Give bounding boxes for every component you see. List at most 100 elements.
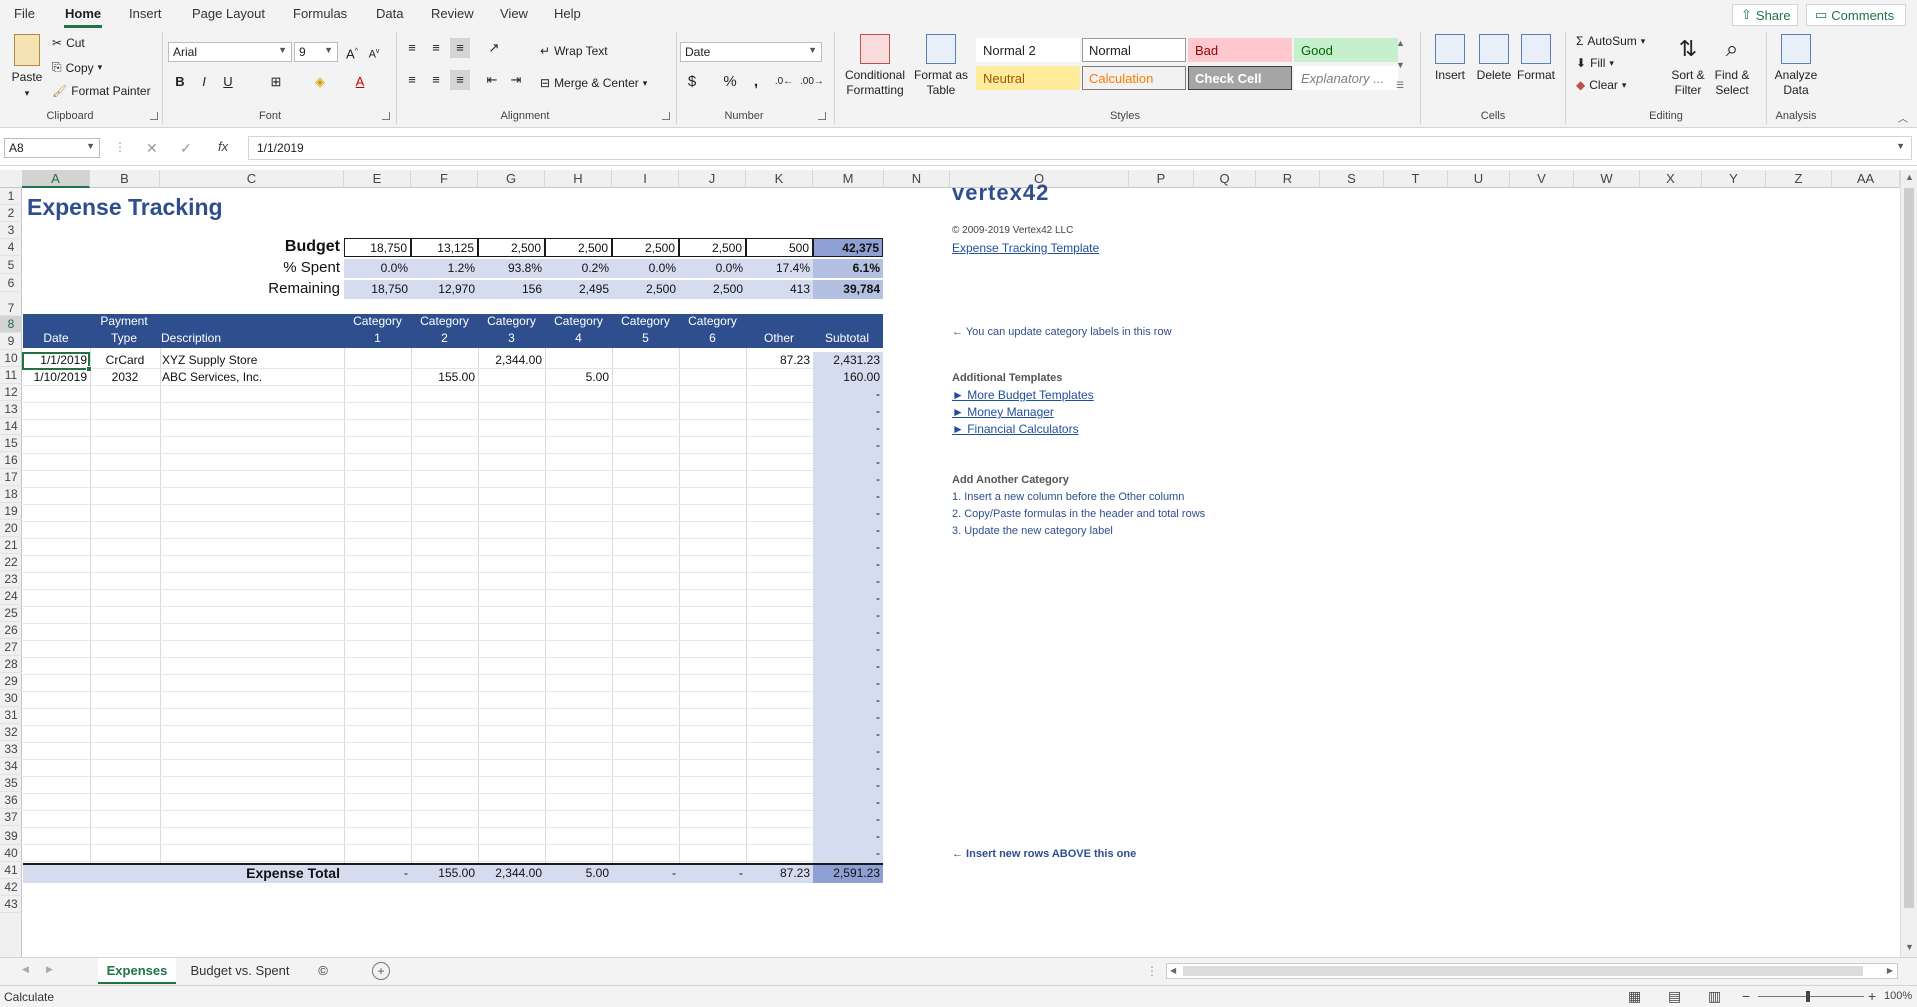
zoom-slider-thumb[interactable]: [1806, 991, 1810, 1002]
total-value-7[interactable]: 2,591.23: [813, 865, 883, 883]
scroll-tabs-left-icon[interactable]: ◀: [22, 964, 29, 975]
empty-subtotal[interactable]: -: [813, 556, 880, 573]
empty-subtotal[interactable]: -: [813, 726, 880, 743]
empty-subtotal[interactable]: -: [813, 845, 880, 862]
row-header-18[interactable]: 18: [0, 486, 22, 503]
fill-handle[interactable]: [86, 366, 92, 372]
format-cells-button[interactable]: Format: [1514, 34, 1558, 83]
expense-total-label[interactable]: Expense Total: [160, 865, 340, 882]
row-header-15[interactable]: 15: [0, 435, 22, 452]
entry-category-4[interactable]: 5.00: [545, 369, 609, 386]
column-header-k[interactable]: K: [746, 170, 813, 188]
add-sheet-icon[interactable]: +: [372, 962, 390, 980]
entry-date[interactable]: 1/10/2019: [23, 369, 87, 386]
budget-label[interactable]: Budget: [200, 238, 340, 255]
header-category-num-5[interactable]: 5: [612, 330, 679, 347]
tab-formulas[interactable]: Formulas: [293, 6, 347, 21]
entry-category-3[interactable]: 2,344.00: [478, 352, 542, 369]
decrease-decimal-icon[interactable]: .00→: [800, 72, 824, 92]
total-value-2[interactable]: 2,344.00: [478, 865, 545, 883]
gallery-down-icon[interactable]: ▼: [1396, 60, 1405, 70]
vertical-scrollbar[interactable]: ▲ ▼: [1900, 170, 1917, 957]
cell-style-bad[interactable]: Bad: [1188, 38, 1292, 62]
alignment-launcher-icon[interactable]: [662, 112, 670, 120]
empty-subtotal[interactable]: -: [813, 641, 880, 658]
column-header-c[interactable]: C: [160, 170, 344, 188]
sheet-title[interactable]: Expense Tracking: [27, 192, 223, 222]
currency-button[interactable]: $: [682, 72, 702, 92]
column-header-j[interactable]: J: [679, 170, 746, 188]
fill-color-icon[interactable]: ◈: [310, 72, 330, 92]
column-header-a[interactable]: A: [22, 170, 90, 188]
align-bottom-icon[interactable]: ≡: [450, 38, 470, 58]
header-subtotal[interactable]: Subtotal: [811, 330, 883, 347]
expand-formula-icon[interactable]: ▼: [1896, 141, 1905, 151]
spent-value-5[interactable]: 0.0%: [679, 259, 746, 278]
total-value-4[interactable]: -: [612, 865, 679, 883]
row-header-7[interactable]: 7: [0, 290, 22, 316]
spent-value-7[interactable]: 6.1%: [813, 259, 883, 278]
row-header-9[interactable]: 9: [0, 333, 22, 350]
total-value-0[interactable]: -: [344, 865, 411, 883]
row-header-43[interactable]: 43: [0, 896, 22, 913]
budget-value-5[interactable]: 2,500: [679, 238, 746, 257]
insert-function-icon[interactable]: fx: [218, 139, 228, 154]
scroll-up-icon[interactable]: ▲: [1905, 172, 1914, 182]
font-size-select[interactable]: 9 ▼: [294, 42, 338, 62]
row-header-39[interactable]: 39: [0, 828, 22, 845]
column-header-n[interactable]: N: [884, 170, 950, 188]
empty-subtotal[interactable]: -: [813, 488, 880, 505]
header-category-num-2[interactable]: 2: [411, 330, 478, 347]
format-painter-button[interactable]: 🖌 Format Painter: [52, 84, 151, 98]
page-break-view-icon[interactable]: ▥: [1708, 988, 1721, 1005]
column-header-g[interactable]: G: [478, 170, 545, 188]
entry-type[interactable]: 2032: [90, 369, 160, 386]
empty-subtotal[interactable]: -: [813, 692, 880, 709]
column-header-r[interactable]: R: [1256, 170, 1320, 188]
empty-subtotal[interactable]: -: [813, 828, 880, 845]
empty-subtotal[interactable]: -: [813, 624, 880, 641]
column-header-aa[interactable]: AA: [1832, 170, 1900, 188]
entry-description[interactable]: XYZ Supply Store: [162, 352, 257, 369]
empty-subtotal[interactable]: -: [813, 658, 880, 675]
empty-subtotal[interactable]: -: [813, 607, 880, 624]
scroll-down-icon[interactable]: ▼: [1905, 942, 1914, 952]
row-header-29[interactable]: 29: [0, 673, 22, 690]
row-header-19[interactable]: 19: [0, 503, 22, 520]
tab-view[interactable]: View: [500, 6, 528, 21]
tab-help[interactable]: Help: [554, 6, 581, 21]
row-header-4[interactable]: 4: [0, 239, 22, 256]
empty-subtotal[interactable]: -: [813, 675, 880, 692]
empty-subtotal[interactable]: -: [813, 403, 880, 420]
row-header-14[interactable]: 14: [0, 418, 22, 435]
spent-value-3[interactable]: 0.2%: [545, 259, 612, 278]
splitter-icon[interactable]: ⋮: [1146, 964, 1158, 978]
spent-value-0[interactable]: 0.0%: [344, 259, 411, 278]
tab-home[interactable]: Home: [65, 6, 101, 21]
remaining-value-5[interactable]: 2,500: [679, 280, 746, 299]
row-header-13[interactable]: 13: [0, 401, 22, 418]
empty-subtotal[interactable]: -: [813, 522, 880, 539]
zoom-in-icon[interactable]: +: [1868, 988, 1876, 1004]
empty-subtotal[interactable]: -: [813, 437, 880, 454]
cancel-icon[interactable]: ✕: [146, 140, 158, 157]
name-box[interactable]: A8 ▼: [4, 138, 100, 158]
column-header-w[interactable]: W: [1574, 170, 1640, 188]
header-date[interactable]: Date: [23, 330, 89, 347]
column-header-b[interactable]: B: [90, 170, 160, 188]
autosum-button[interactable]: Σ AutoSum ▾: [1576, 34, 1645, 48]
header-category-num-3[interactable]: 3: [478, 330, 545, 347]
row-header-24[interactable]: 24: [0, 588, 22, 605]
gallery-up-icon[interactable]: ▲: [1396, 38, 1405, 48]
clipboard-launcher-icon[interactable]: [150, 112, 158, 120]
row-header-37[interactable]: 37: [0, 809, 22, 826]
comments-button[interactable]: ▭ Comments: [1806, 4, 1906, 26]
scroll-left-icon[interactable]: ◀: [1170, 966, 1176, 975]
find-select-button[interactable]: ⌕ Find & Select: [1710, 34, 1754, 98]
entry-subtotal[interactable]: 2,431.23: [813, 352, 880, 369]
analyze-data-button[interactable]: Analyze Data: [1772, 34, 1820, 98]
row-header-27[interactable]: 27: [0, 639, 22, 656]
zoom-level[interactable]: 100%: [1884, 990, 1912, 1002]
budget-value-6[interactable]: 500: [746, 238, 813, 257]
total-value-5[interactable]: -: [679, 865, 746, 883]
